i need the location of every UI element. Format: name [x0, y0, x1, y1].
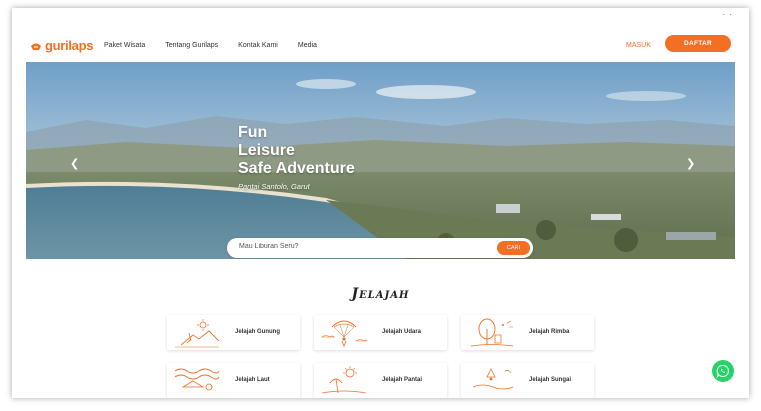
chevron-right-icon[interactable]: ❯	[686, 157, 695, 170]
hero-location: Pantai Santolo, Garut	[238, 182, 310, 191]
card-jelajah-pantai[interactable]: Jelajah Pantai	[314, 363, 447, 398]
hero-headline-line-3: Safe Adventure	[238, 160, 355, 177]
hero-headline-line-2: Leisure	[238, 142, 295, 159]
browser-page: · · gurilaps Paket Wisata Tentang Gurila…	[12, 8, 749, 398]
card-jelajah-laut[interactable]: Jelajah Laut	[167, 363, 300, 398]
card-label-udara: Jelajah Udara	[382, 329, 422, 335]
card-jelajah-udara[interactable]: Jelajah Udara	[314, 315, 447, 350]
paragliding-icon	[321, 320, 368, 348]
card-label-laut: Jelajah Laut	[235, 377, 270, 383]
brand-name: gurilaps	[45, 38, 94, 53]
river-icon	[472, 368, 514, 390]
hero-headline-line-1: Fun	[238, 124, 268, 141]
card-label-pantai: Jelajah Pantai	[382, 377, 423, 383]
sea-icon	[174, 368, 220, 391]
card-label-gunung: Jelajah Gunung	[235, 329, 281, 335]
register-button[interactable]: DAFTAR	[665, 35, 731, 52]
nav-link-kontak[interactable]: Kontak Kami	[238, 42, 278, 49]
search-input[interactable]	[239, 243, 479, 250]
mountain-icon	[175, 319, 220, 348]
nav-link-paket-wisata[interactable]: Paket Wisata	[104, 42, 145, 49]
whatsapp-button[interactable]	[712, 360, 734, 382]
window-menu-dots[interactable]: · ·	[722, 10, 733, 19]
search-bar: CARI	[227, 238, 533, 258]
card-jelajah-sungai[interactable]: Jelajah Sungai	[461, 363, 594, 398]
card-jelajah-gunung[interactable]: Jelajah Gunung	[167, 315, 300, 350]
nav-link-tentang[interactable]: Tentang Gurilaps	[165, 42, 218, 49]
card-label-rimba: Jelajah Rimba	[529, 329, 570, 335]
search-button[interactable]: CARI	[497, 241, 530, 255]
navbar: gurilaps Paket Wisata Tentang Gurilaps K…	[12, 34, 749, 64]
nav-links: Paket Wisata Tentang Gurilaps Kontak Kam…	[104, 42, 337, 49]
nav-link-media[interactable]: Media	[298, 42, 317, 49]
beach-icon	[321, 366, 367, 394]
brand-logo[interactable]: gurilaps	[30, 38, 93, 53]
logo-icon	[31, 43, 41, 50]
hero-banner: Fun Leisure Safe Adventure Pantai Santol…	[26, 62, 735, 259]
forest-icon	[470, 318, 514, 347]
card-label-sungai: Jelajah Sungai	[529, 377, 572, 383]
whatsapp-icon	[716, 364, 729, 378]
hero-landscape-image	[26, 62, 735, 259]
hero-headline: Fun Leisure Safe Adventure	[238, 124, 355, 178]
card-jelajah-rimba[interactable]: Jelajah Rimba	[461, 315, 594, 350]
jelajah-title: Jelajah	[351, 286, 410, 302]
login-link[interactable]: MASUK	[626, 42, 651, 49]
chevron-left-icon[interactable]: ❮	[70, 157, 79, 170]
